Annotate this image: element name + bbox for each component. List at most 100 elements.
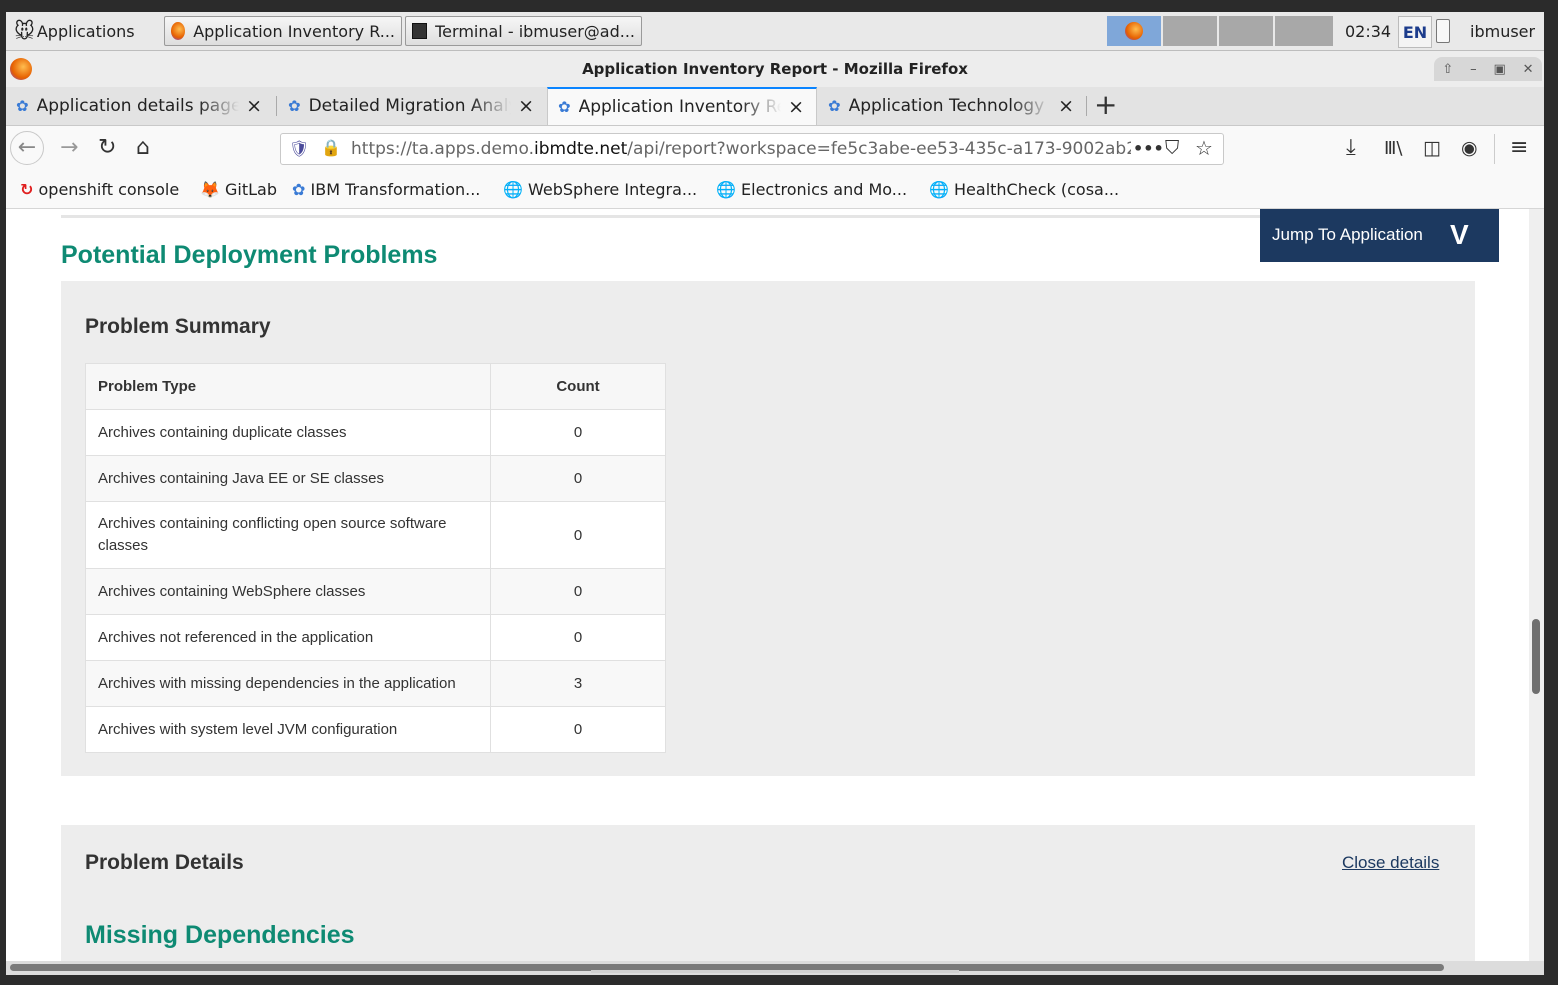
problem-details-card: Problem Details Close details Missing De… (61, 825, 1475, 961)
bookmark-openshift[interactable]: ↻ openshift console (20, 172, 179, 208)
firefox-icon (1125, 22, 1143, 40)
section-title: Potential Deployment Problems (61, 241, 438, 269)
tab-strip: ✿ Application details page × ✿ Detailed … (6, 87, 1544, 126)
firefox-icon (10, 58, 32, 80)
close-tab-icon[interactable]: × (1058, 95, 1074, 117)
sidebar-icon[interactable]: ◫ (1423, 137, 1441, 159)
downloads-icon[interactable]: ⤓ (1346, 135, 1356, 160)
os-taskbar: 🐭 Applications Application Inventory R..… (6, 12, 1544, 51)
problem-summary-card: Problem Summary Problem Type Count Archi… (61, 281, 1475, 776)
problem-type-cell: Archives not referenced in the applicati… (85, 614, 491, 661)
chevron-down-icon: V (1450, 219, 1469, 250)
tracking-shield-icon[interactable]: 🛡 (289, 139, 309, 158)
horizontal-scrollbar[interactable] (6, 961, 1544, 975)
maximize-icon[interactable]: ▣ (1494, 62, 1506, 77)
bookmark-electronics[interactable]: 🌐 Electronics and Mo... (716, 172, 907, 208)
table-row: Archives containing WebSphere classes 0 (85, 568, 666, 615)
table-row: Archives containing conflicting open sou… (85, 501, 666, 569)
problem-type-cell: Archives containing WebSphere classes (85, 568, 491, 615)
problem-details-title: Problem Details (85, 851, 244, 874)
taskbar-window-terminal[interactable]: Terminal - ibmuser@ad... (405, 16, 642, 46)
battery-icon[interactable] (1436, 16, 1456, 46)
ibm-icon: ✿ (828, 97, 841, 115)
bookmark-star-icon[interactable]: ☆ (1195, 136, 1213, 160)
new-tab-icon[interactable]: + (1094, 88, 1117, 121)
minimize-icon[interactable]: – (1470, 62, 1477, 77)
table-row: Archives not referenced in the applicati… (85, 614, 666, 661)
ibm-icon: ✿ (558, 98, 571, 116)
globe-icon: 🌐 (503, 180, 523, 199)
nav-toolbar: ← → ↻ ⌂ 🛡 🔒 https://ta.apps.demo.ibmdte.… (6, 126, 1544, 172)
divider (61, 215, 1261, 218)
jump-to-application-button[interactable]: Jump To Application V (1260, 209, 1499, 262)
page-actions-button[interactable]: ••• (1133, 139, 1164, 158)
count-cell: 0 (490, 455, 666, 502)
bookmark-websphere[interactable]: 🌐 WebSphere Integra... (503, 172, 697, 208)
table-row: Archives with system level JVM configura… (85, 706, 666, 753)
bookmark-gitlab[interactable]: 🦊 GitLab (200, 172, 277, 208)
problem-type-cell: Archives with system level JVM configura… (85, 706, 491, 753)
table-header-row: Problem Type Count (85, 363, 666, 410)
workspace-2[interactable] (1163, 16, 1217, 46)
account-icon[interactable]: ◉ (1461, 137, 1478, 159)
workspace-1[interactable] (1107, 16, 1161, 46)
count-cell: 3 (490, 660, 666, 707)
user-menu[interactable]: ibmuser (1470, 16, 1535, 46)
forward-icon[interactable]: → (60, 135, 78, 160)
reload-icon[interactable]: ↻ (98, 135, 116, 160)
gitlab-icon: 🦊 (200, 180, 220, 199)
table-row: Archives containing Java EE or SE classe… (85, 455, 666, 502)
workspace-4[interactable] (1275, 16, 1333, 46)
problem-type-cell: Archives containing conflicting open sou… (85, 501, 491, 569)
vertical-scrollbar[interactable] (1529, 209, 1544, 961)
problem-summary-table: Problem Type Count Archives containing d… (85, 363, 666, 753)
column-header[interactable]: Count (490, 363, 666, 410)
problem-type-cell: Archives containing Java EE or SE classe… (85, 455, 491, 502)
count-cell: 0 (490, 568, 666, 615)
bookmark-ibm-transformation[interactable]: ✿ IBM Transformation... (292, 172, 480, 208)
column-header[interactable]: Problem Type (85, 363, 491, 410)
table-row: Archives containing duplicate classes 0 (85, 409, 666, 456)
missing-dependencies-title: Missing Dependencies (85, 921, 355, 949)
xfce-mouse-icon: 🐭 (14, 19, 35, 43)
back-icon[interactable]: ← (10, 131, 44, 165)
ibm-icon: ✿ (288, 97, 301, 115)
tab-detailed-migration[interactable]: ✿ Detailed Migration Analysis × (278, 87, 546, 125)
applications-menu[interactable]: 🐭 Applications (14, 16, 135, 46)
window-controls: ⇧ – ▣ ✕ (1434, 57, 1542, 81)
bookmarks-toolbar: ↻ openshift console 🦊 GitLab ✿ IBM Trans… (6, 172, 1544, 209)
tab-application-details[interactable]: ✿ Application details page × (6, 87, 274, 125)
terminal-icon (412, 23, 428, 39)
tab-application-technology[interactable]: ✿ Application Technology Evaluation × (818, 87, 1086, 125)
close-icon[interactable]: ✕ (1523, 62, 1534, 77)
library-icon[interactable]: Ⅲ\ (1384, 138, 1402, 159)
problem-type-cell: Archives with missing dependencies in th… (85, 660, 491, 707)
workspace-3[interactable] (1219, 16, 1273, 46)
menu-icon[interactable]: ≡ (1510, 135, 1528, 160)
bookmark-healthcheck[interactable]: 🌐 HealthCheck (cosa... (929, 172, 1119, 208)
firefox-icon (171, 22, 186, 40)
count-cell: 0 (490, 409, 666, 456)
keyboard-layout[interactable]: EN (1398, 16, 1432, 48)
count-cell: 0 (490, 614, 666, 661)
close-tab-icon[interactable]: × (788, 96, 804, 118)
close-tab-icon[interactable]: × (246, 95, 262, 117)
taskbar-window-firefox[interactable]: Application Inventory R... (164, 16, 402, 46)
count-cell: 0 (490, 501, 666, 569)
lock-warning-icon[interactable]: 🔒 (321, 138, 341, 157)
openshift-icon: ↻ (20, 180, 34, 199)
problem-summary-title: Problem Summary (85, 315, 271, 338)
home-icon[interactable]: ⌂ (136, 135, 150, 160)
pocket-icon[interactable]: ⛉ (1165, 137, 1179, 159)
clock[interactable]: 02:34 (1345, 16, 1391, 46)
scrollbar-thumb[interactable] (1532, 619, 1540, 694)
shade-icon[interactable]: ⇧ (1442, 62, 1453, 77)
ibm-icon: ✿ (16, 97, 29, 115)
tab-application-inventory[interactable]: ✿ Application Inventory Report × (547, 87, 817, 125)
ibm-icon: ✿ (292, 180, 306, 199)
problem-type-cell: Archives containing duplicate classes (85, 409, 491, 456)
close-details-link[interactable]: Close details (1342, 853, 1439, 873)
url-bar[interactable]: 🛡 🔒 https://ta.apps.demo.ibmdte.net/api/… (280, 133, 1224, 165)
url-text[interactable]: https://ta.apps.demo.ibmdte.net/api/repo… (351, 134, 1131, 164)
close-tab-icon[interactable]: × (518, 95, 534, 117)
